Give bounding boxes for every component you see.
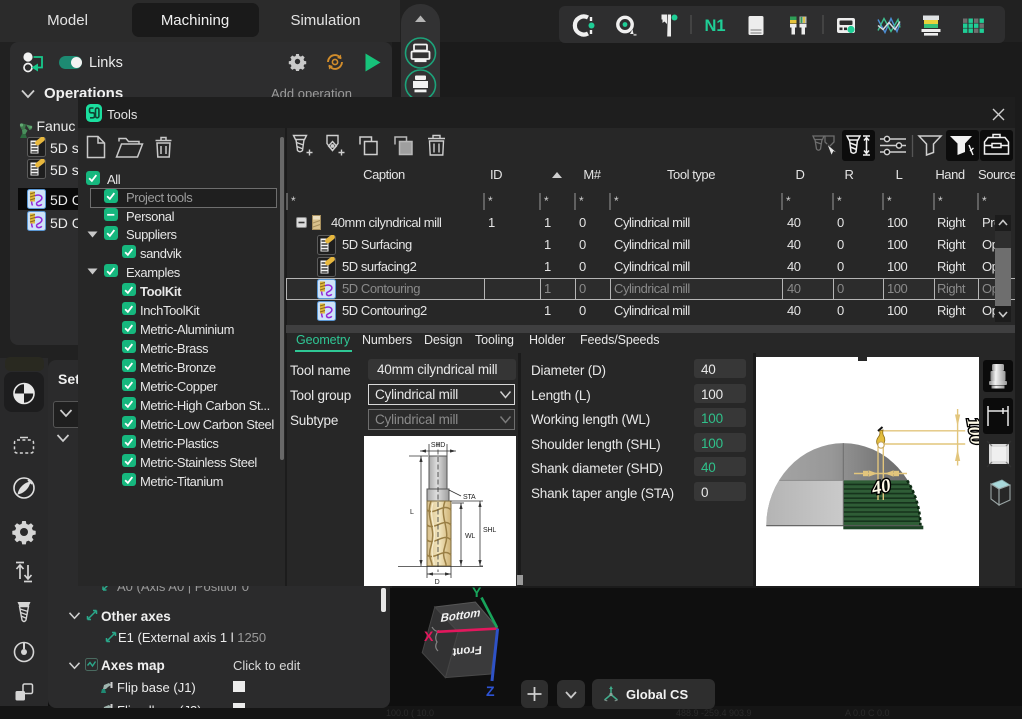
svg-text:*: *: [488, 194, 493, 208]
svg-text:*: *: [544, 194, 549, 208]
svg-text:*: *: [291, 194, 296, 208]
svg-text:*: *: [938, 194, 943, 208]
svg-text:*: *: [614, 194, 619, 208]
svg-text:Z: Z: [486, 683, 495, 699]
svg-text:SHL: SHL: [483, 527, 496, 534]
svg-text:*: *: [887, 194, 892, 208]
svg-text:*: *: [982, 194, 987, 208]
svg-text:Y: Y: [472, 584, 482, 600]
svg-text:*: *: [786, 194, 791, 208]
svg-text:N1: N1: [704, 17, 725, 35]
svg-text:*: *: [579, 194, 584, 208]
svg-text:D: D: [435, 579, 440, 586]
svg-text:X: X: [424, 628, 434, 644]
svg-text:*: *: [837, 194, 842, 208]
svg-text:WL: WL: [465, 533, 475, 540]
svg-text:100: 100: [963, 416, 979, 446]
svg-text:L: L: [410, 509, 414, 516]
svg-text:STA: STA: [463, 494, 476, 501]
